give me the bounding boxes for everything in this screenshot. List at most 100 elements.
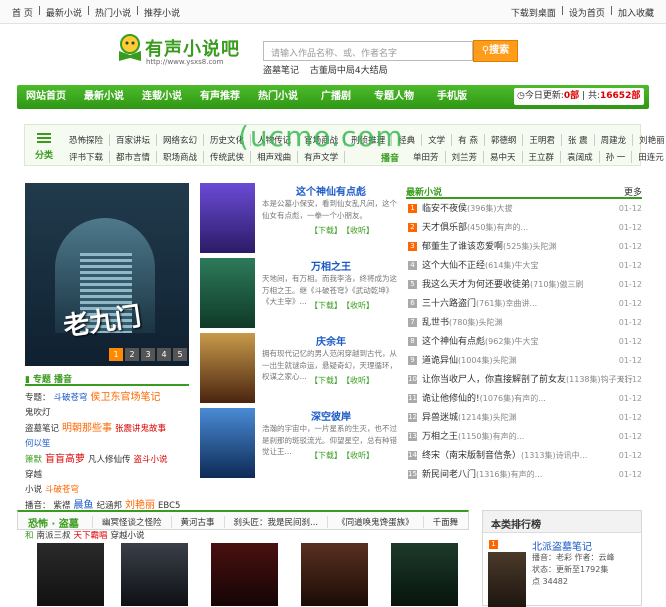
top-link-home[interactable]: 首 页 bbox=[12, 6, 33, 19]
latest-item[interactable]: 13 万相之王(1150集)有声的... 01-12 bbox=[406, 427, 642, 446]
latest-item-title[interactable]: 异兽迷城 bbox=[422, 413, 458, 423]
book-cover[interactable] bbox=[488, 552, 526, 607]
topic-link[interactable]: 何以笙 bbox=[25, 439, 51, 449]
hero-banner[interactable]: 老九门 1 2 3 4 5 bbox=[25, 183, 189, 366]
topic-link[interactable]: 张震讲鬼故事 bbox=[115, 424, 166, 434]
nav-mobile[interactable]: 手机版 bbox=[423, 85, 481, 109]
book-cover[interactable] bbox=[301, 543, 368, 606]
topic-link[interactable]: 侯卫东官场笔记 bbox=[91, 392, 161, 403]
hero-page-button[interactable]: 5 bbox=[173, 348, 187, 361]
book-cover[interactable] bbox=[391, 543, 458, 606]
bo-link[interactable]: 穿越小说 bbox=[111, 531, 145, 541]
latest-item-text[interactable]: 新民间老八门(1316集)有声的... bbox=[422, 465, 542, 485]
latest-item[interactable]: 1 临安不夜侯(396集)大拔 01-12 bbox=[406, 199, 642, 218]
top-link-recommend[interactable]: 推荐小说 bbox=[144, 6, 180, 19]
latest-item[interactable]: 14 终宋（南宋版制音信条）(1313集)诗讯中... 01-12 bbox=[406, 446, 642, 465]
nav-serial[interactable]: 连载小说 bbox=[133, 85, 191, 109]
bo-link[interactable]: 王立群 bbox=[523, 151, 562, 163]
latest-item[interactable]: 3 郁董生了谁该恋爱啊(525集)头陀渊 01-12 bbox=[406, 237, 642, 256]
section-tab[interactable]: 幽冥怪谈之怪险 bbox=[92, 516, 171, 528]
bo-link[interactable]: 有 燕 bbox=[452, 134, 485, 146]
latest-item-title[interactable]: 天才俱乐部 bbox=[422, 223, 467, 233]
topic-link[interactable]: 盲盲高萝 bbox=[45, 454, 85, 465]
nav-radio-drama[interactable]: 广播剧 bbox=[307, 85, 365, 109]
topic-link[interactable]: 斗破苍穹 bbox=[54, 393, 88, 403]
category-link[interactable]: 恐怖探险 bbox=[63, 134, 111, 146]
latest-item-title[interactable]: 让你当收尸人，你直接解剖了前女友 bbox=[422, 375, 566, 385]
section-tab[interactable]: 千面舞 bbox=[422, 516, 468, 528]
category-link[interactable]: 网络玄幻 bbox=[157, 134, 205, 146]
top-link-set-home[interactable]: 设为首页 bbox=[569, 6, 605, 19]
book-cover[interactable] bbox=[37, 543, 104, 606]
nav-recommend[interactable]: 有声推荐 bbox=[191, 85, 249, 109]
latest-item-text[interactable]: 诡让他修仙的!(1076集)有声的... bbox=[422, 389, 546, 409]
top-link-latest[interactable]: 最新小说 bbox=[46, 6, 82, 19]
bo-link[interactable]: 天下霸唱 bbox=[74, 531, 108, 541]
book-cover[interactable] bbox=[200, 258, 255, 328]
nav-hot[interactable]: 热门小说 bbox=[249, 85, 307, 109]
bo-link[interactable]: 王明君 bbox=[523, 134, 562, 146]
book-title[interactable]: 这个神仙有点彪 bbox=[262, 183, 400, 198]
latest-item[interactable]: 15 新民间老八门(1316集)有声的... 01-12 bbox=[406, 465, 642, 484]
latest-item-text[interactable]: 让你当收尸人，你直接解剖了前女友(1138集)钩子天行 bbox=[422, 370, 633, 390]
latest-item-title[interactable]: 这个神仙有点彪 bbox=[422, 337, 485, 347]
bo-link[interactable]: 田连元 bbox=[632, 151, 666, 163]
site-logo[interactable]: 有声小说吧 http://www.ysxs8.com bbox=[117, 33, 262, 69]
rank-book-title[interactable]: 北派盗墓笔记 bbox=[532, 538, 592, 553]
listen-link[interactable]: 【收听】 bbox=[346, 226, 374, 235]
hero-page-button[interactable]: 2 bbox=[125, 348, 139, 361]
section-tab[interactable]: 刹头匠：我是民间刹... bbox=[223, 516, 328, 528]
book-cover[interactable] bbox=[200, 333, 255, 403]
latest-item[interactable]: 4 这个大仙不正经(614集)牛大宝 01-12 bbox=[406, 256, 642, 275]
latest-item-text[interactable]: 我这么天才为何还要收徒弟(710集)傲三刷 bbox=[422, 275, 584, 295]
topic-link[interactable]: 盗斗小说 bbox=[134, 455, 168, 465]
topic-link[interactable]: 穿越 bbox=[25, 470, 42, 480]
nav-home[interactable]: 网站首页 bbox=[17, 85, 75, 109]
download-link[interactable]: 【下载】 bbox=[310, 301, 342, 310]
latest-item[interactable]: 12 异兽迷城(1214集)头陀渊 01-12 bbox=[406, 408, 642, 427]
nav-latest[interactable]: 最新小说 bbox=[75, 85, 133, 109]
nav-topics[interactable]: 专题人物 bbox=[365, 85, 423, 109]
latest-item-title[interactable]: 三十六路盗门 bbox=[422, 299, 476, 309]
bo-link[interactable]: 刘兰芳 bbox=[446, 151, 485, 163]
book-cover[interactable] bbox=[121, 543, 188, 606]
latest-item-title[interactable]: 万相之王 bbox=[422, 432, 458, 442]
bo-link[interactable]: 周建龙 bbox=[595, 134, 634, 146]
top-link-favorite[interactable]: 加入收藏 bbox=[618, 6, 654, 19]
category-link[interactable]: 文学 bbox=[422, 134, 453, 146]
topic-link[interactable]: 小说 bbox=[25, 485, 42, 495]
latest-item[interactable]: 9 道诡异仙(1004集)头陀渊 01-12 bbox=[406, 351, 642, 370]
latest-item[interactable]: 11 诡让他修仙的!(1076集)有声的... 01-12 bbox=[406, 389, 642, 408]
top-link-download[interactable]: 下载到桌面 bbox=[511, 6, 556, 19]
more-link[interactable]: 更多 bbox=[624, 185, 642, 198]
category-link[interactable]: 职场商战 bbox=[157, 151, 205, 163]
latest-item-text[interactable]: 终宋（南宋版制音信条）(1313集)诗讯中... bbox=[422, 446, 587, 466]
bo-link[interactable]: 单田芳 bbox=[407, 151, 446, 163]
latest-item-title[interactable]: 这个大仙不正经 bbox=[422, 261, 485, 271]
latest-item[interactable]: 2 天才俱乐部(450集)有声的... 01-12 bbox=[406, 218, 642, 237]
latest-item-title[interactable]: 临安不夜侯 bbox=[422, 204, 467, 214]
category-link[interactable]: 百家讲坛 bbox=[110, 134, 158, 146]
latest-item[interactable]: 8 这个神仙有点彪(962集)牛大宝 01-12 bbox=[406, 332, 642, 351]
book-cover[interactable] bbox=[211, 543, 278, 606]
latest-item-title[interactable]: 诡让他修仙的! bbox=[422, 394, 480, 404]
download-link[interactable]: 【下载】 bbox=[310, 376, 342, 385]
latest-item[interactable]: 10 让你当收尸人，你直接解剖了前女友(1138集)钩子天行 01-12 bbox=[406, 370, 642, 389]
bo-link[interactable]: 易中天 bbox=[484, 151, 523, 163]
listen-link[interactable]: 【收听】 bbox=[346, 376, 374, 385]
bo-link[interactable]: 和 bbox=[25, 531, 34, 541]
hero-page-button[interactable]: 4 bbox=[157, 348, 171, 361]
bo-link[interactable]: 孙 一 bbox=[600, 151, 633, 163]
bo-link[interactable]: 刘艳丽 bbox=[633, 134, 666, 146]
topic-link[interactable]: 鬼吹灯 bbox=[25, 408, 51, 418]
latest-item[interactable]: 5 我这么天才为何还要收徒弟(710集)傲三刷 01-12 bbox=[406, 275, 642, 294]
hot-search-link[interactable]: 古董局中局4大结局 bbox=[310, 66, 388, 76]
book-title[interactable]: 深空彼岸 bbox=[262, 408, 400, 423]
topic-link[interactable]: 斗破苍穹 bbox=[45, 485, 79, 495]
hero-page-button[interactable]: 1 bbox=[109, 348, 123, 361]
top-link-hot[interactable]: 热门小说 bbox=[95, 6, 131, 19]
latest-item-text[interactable]: 道诡异仙(1004集)头陀渊 bbox=[422, 351, 517, 371]
category-link[interactable]: 都市言情 bbox=[110, 151, 158, 163]
bo-link[interactable]: 南派三叔 bbox=[37, 531, 71, 541]
latest-item-text[interactable]: 乱世书(780集)头陀渊 bbox=[422, 313, 503, 333]
